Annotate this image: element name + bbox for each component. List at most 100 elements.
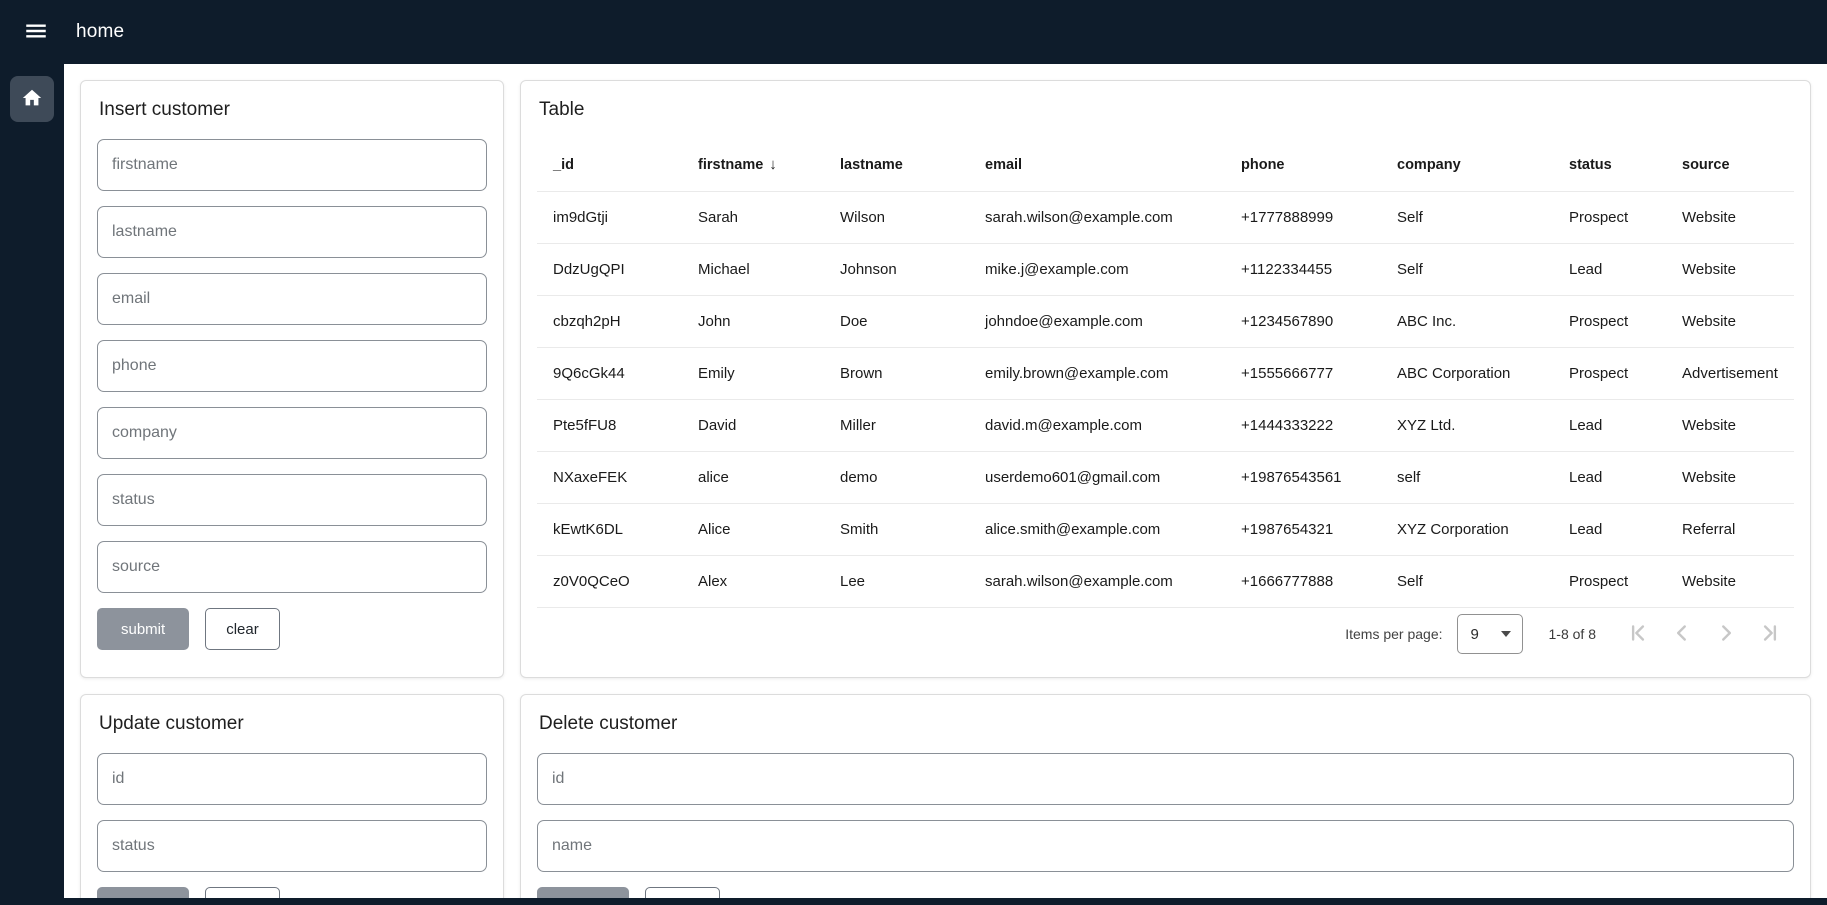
cell-lastname: Lee <box>824 555 969 607</box>
cell-source: Website <box>1666 191 1794 243</box>
insert-firstname-input[interactable] <box>97 139 487 191</box>
insert-source-input[interactable] <box>97 541 487 593</box>
cell-status: Prospect <box>1553 191 1666 243</box>
cell-company: ABC Inc. <box>1381 295 1553 347</box>
cell-lastname: Brown <box>824 347 969 399</box>
insert-phone-input[interactable] <box>97 340 487 392</box>
column-header-label: status <box>1569 157 1612 173</box>
first-page-icon <box>1625 620 1651 649</box>
cell-email: david.m@example.com <box>969 399 1225 451</box>
column-header-source[interactable]: source <box>1666 139 1794 191</box>
cell-lastname: Doe <box>824 295 969 347</box>
table-row: 9Q6cGk44EmilyBrownemily.brown@example.co… <box>537 347 1794 399</box>
cell-status: Prospect <box>1553 347 1666 399</box>
sidebar <box>0 64 64 898</box>
insert-clear-button[interactable]: clear <box>205 608 280 650</box>
update-id-input[interactable] <box>97 753 487 805</box>
table-row: kEwtK6DLAliceSmithalice.smith@example.co… <box>537 503 1794 555</box>
card-title: Table <box>539 99 1794 121</box>
chevron-down-icon <box>1501 631 1511 637</box>
insert-status-input[interactable] <box>97 474 487 526</box>
column-header-label: email <box>985 157 1022 173</box>
cell-firstname: alice <box>682 451 824 503</box>
cell-company: XYZ Corporation <box>1381 503 1553 555</box>
cell-phone: +1555666777 <box>1225 347 1381 399</box>
main-content: Insert customer submit clear Table <box>64 64 1827 898</box>
update-clear-button[interactable]: clear <box>205 887 280 898</box>
table-row: im9dGtjiSarahWilsonsarah.wilson@example.… <box>537 191 1794 243</box>
chevron-left-icon <box>1669 620 1695 649</box>
cell-source: Website <box>1666 295 1794 347</box>
next-page-button[interactable] <box>1704 612 1748 656</box>
column-header-status[interactable]: status <box>1553 139 1666 191</box>
update-status-input[interactable] <box>97 820 487 872</box>
insert-company-input[interactable] <box>97 407 487 459</box>
table-row: Pte5fFU8DavidMillerdavid.m@example.com+1… <box>537 399 1794 451</box>
delete-clear-button[interactable]: clear <box>645 887 720 898</box>
last-page-button[interactable] <box>1748 612 1792 656</box>
cell-id: DdzUgQPI <box>537 243 682 295</box>
items-per-page-value: 9 <box>1471 626 1479 643</box>
cell-phone: +19876543561 <box>1225 451 1381 503</box>
column-header-company[interactable]: company <box>1381 139 1553 191</box>
column-header-id[interactable]: _id <box>537 139 682 191</box>
cell-phone: +1444333222 <box>1225 399 1381 451</box>
insert-submit-button[interactable]: submit <box>97 608 189 650</box>
column-header-lastname[interactable]: lastname <box>824 139 969 191</box>
last-page-icon <box>1757 620 1783 649</box>
cell-id: kEwtK6DL <box>537 503 682 555</box>
delete-name-input[interactable] <box>537 820 1794 872</box>
column-header-label: phone <box>1241 157 1285 173</box>
cell-source: Advertisement <box>1666 347 1794 399</box>
delete-submit-button[interactable]: submit <box>537 887 629 898</box>
column-header-label: company <box>1397 157 1461 173</box>
cell-phone: +1987654321 <box>1225 503 1381 555</box>
app-window: home Insert customer submit clear <box>0 0 1827 905</box>
cell-company: Self <box>1381 555 1553 607</box>
cell-email: alice.smith@example.com <box>969 503 1225 555</box>
cell-firstname: Alex <box>682 555 824 607</box>
home-icon <box>21 87 43 112</box>
column-header-firstname[interactable]: firstname ↓ <box>682 139 824 191</box>
first-page-button[interactable] <box>1616 612 1660 656</box>
top-bar: home <box>0 0 1827 64</box>
delete-id-input[interactable] <box>537 753 1794 805</box>
cell-phone: +1666777888 <box>1225 555 1381 607</box>
card-title: Delete customer <box>539 713 1794 735</box>
cell-status: Prospect <box>1553 295 1666 347</box>
cell-company: Self <box>1381 191 1553 243</box>
cell-company: ABC Corporation <box>1381 347 1553 399</box>
update-form-fields <box>97 753 487 872</box>
sidebar-item-home[interactable] <box>10 76 54 122</box>
items-per-page-label: Items per page: <box>1345 626 1442 642</box>
column-header-email[interactable]: email <box>969 139 1225 191</box>
cell-source: Website <box>1666 451 1794 503</box>
cell-id: 9Q6cGk44 <box>537 347 682 399</box>
cell-firstname: Michael <box>682 243 824 295</box>
column-header-label: firstname <box>698 157 763 173</box>
cell-lastname: demo <box>824 451 969 503</box>
cell-phone: +1122334455 <box>1225 243 1381 295</box>
update-submit-button[interactable]: submit <box>97 887 189 898</box>
cell-status: Lead <box>1553 451 1666 503</box>
cell-firstname: Sarah <box>682 191 824 243</box>
hamburger-icon <box>23 18 49 47</box>
cell-email: sarah.wilson@example.com <box>969 555 1225 607</box>
items-per-page-select[interactable]: 9 <box>1457 614 1523 654</box>
cell-lastname: Johnson <box>824 243 969 295</box>
insert-email-input[interactable] <box>97 273 487 325</box>
table-card: Table _id firstname ↓ lastname email phone com… <box>520 80 1811 678</box>
cell-lastname: Smith <box>824 503 969 555</box>
column-header-phone[interactable]: phone <box>1225 139 1381 191</box>
menu-button[interactable] <box>14 10 58 54</box>
cell-id: im9dGtji <box>537 191 682 243</box>
paginator-range-label: 1-8 of 8 <box>1549 626 1596 642</box>
insert-lastname-input[interactable] <box>97 206 487 258</box>
cell-firstname: Alice <box>682 503 824 555</box>
previous-page-button[interactable] <box>1660 612 1704 656</box>
cell-phone: +1777888999 <box>1225 191 1381 243</box>
cell-phone: +1234567890 <box>1225 295 1381 347</box>
cell-email: sarah.wilson@example.com <box>969 191 1225 243</box>
cell-id: Pte5fFU8 <box>537 399 682 451</box>
arrow-downward-icon: ↓ <box>769 156 777 173</box>
